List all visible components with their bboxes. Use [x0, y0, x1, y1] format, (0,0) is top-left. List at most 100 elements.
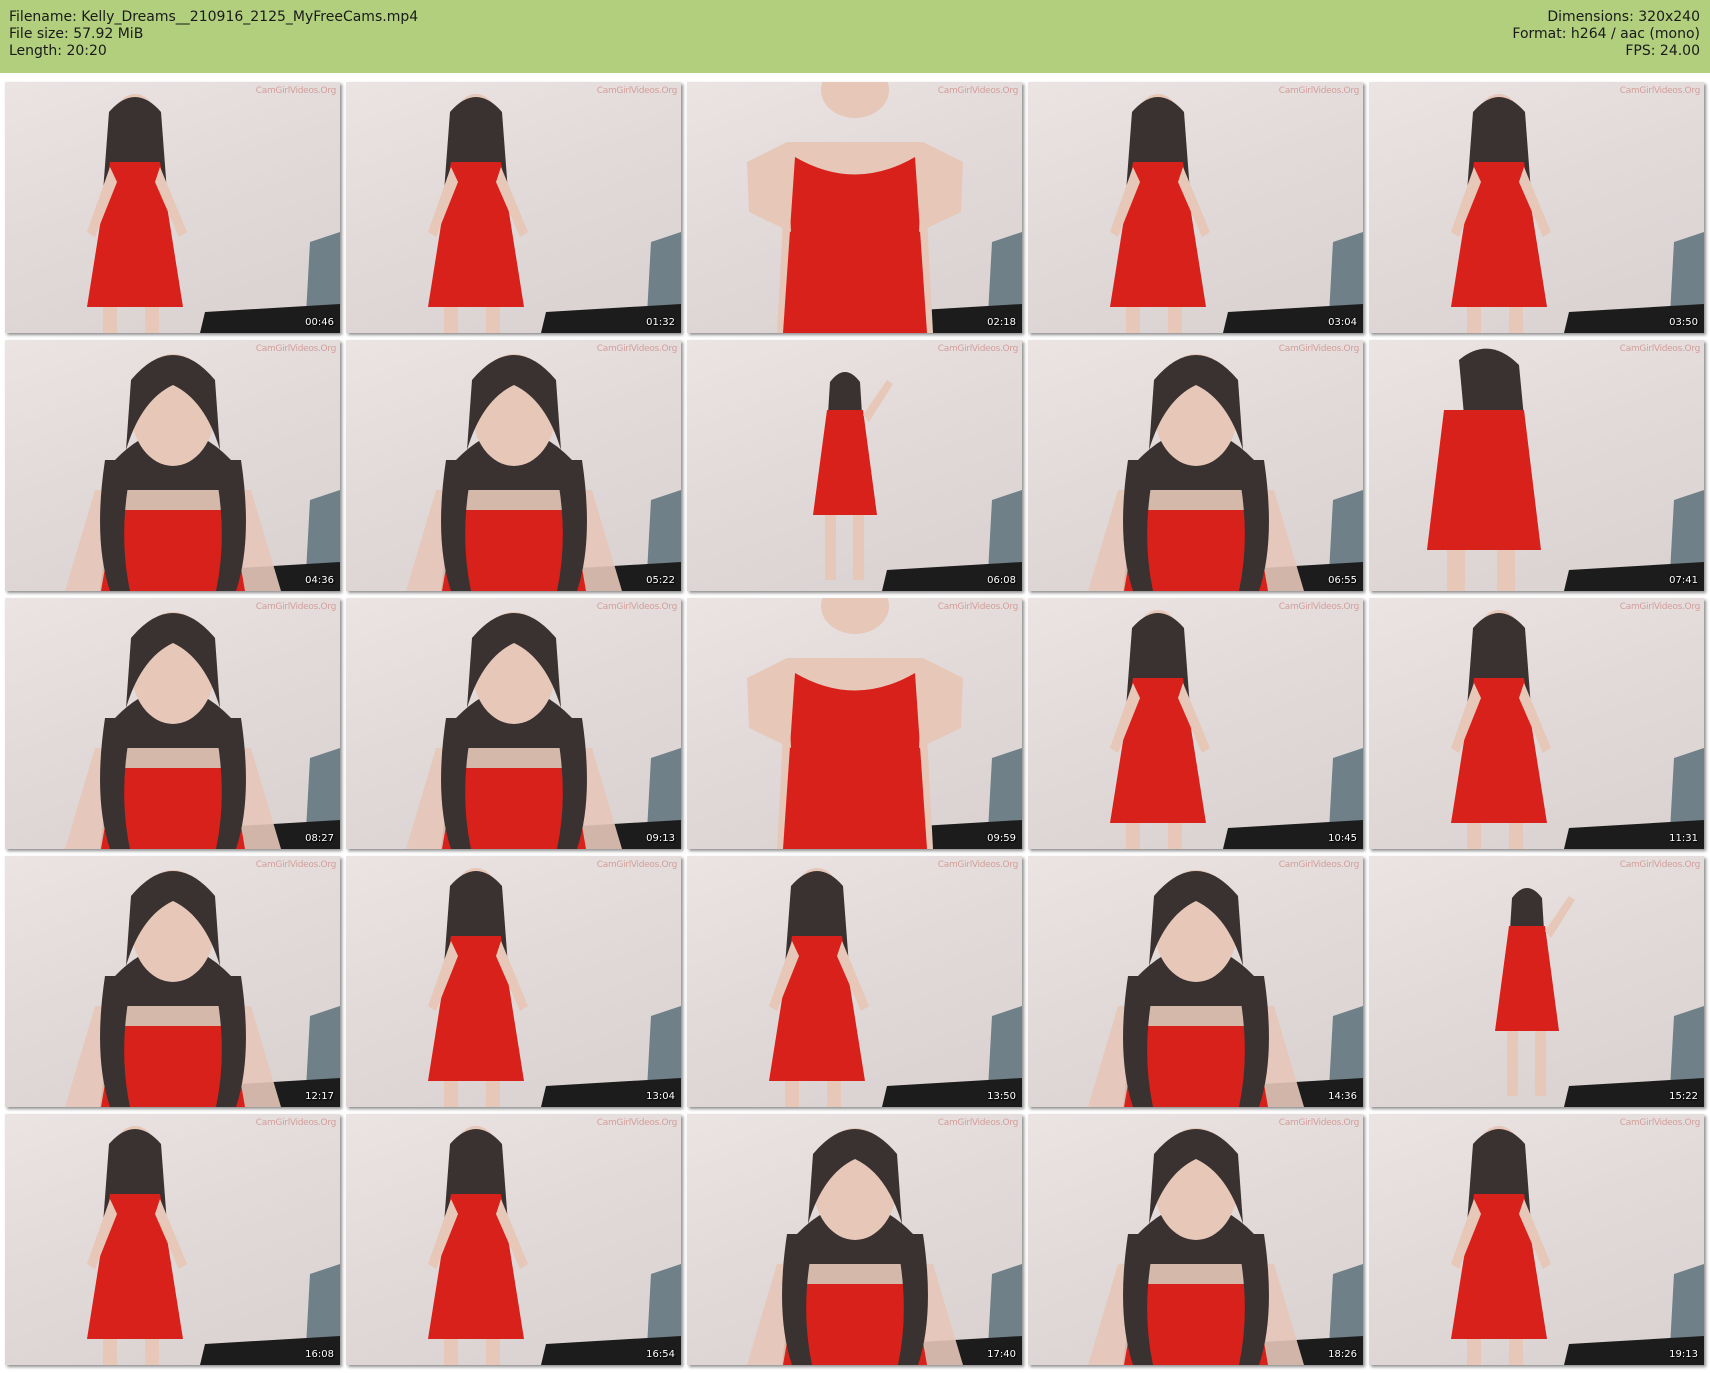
thumbnail-frame: CamGirlVideos.Org 17:40 — [687, 1114, 1022, 1365]
fps-text: FPS: 24.00 — [1625, 43, 1700, 59]
timestamp-label: 10:45 — [1328, 833, 1357, 844]
video-frame-image — [428, 94, 681, 333]
video-frame-image — [769, 868, 1022, 1107]
thumbnail-frame: CamGirlVideos.Org 18:26 — [1028, 1114, 1363, 1365]
thumbnail-frame: CamGirlVideos.Org 06:55 — [1028, 340, 1363, 591]
video-frame-image — [747, 1128, 1022, 1365]
timestamp-label: 06:08 — [987, 575, 1016, 586]
video-frame-image — [65, 354, 340, 591]
timestamp-label: 13:04 — [646, 1091, 675, 1102]
thumbnail-frame: CamGirlVideos.Org 13:50 — [687, 856, 1022, 1107]
video-frame-image — [1088, 354, 1363, 591]
timestamp-label: 15:22 — [1669, 1091, 1698, 1102]
watermark: CamGirlVideos.Org — [255, 86, 337, 96]
watermark: CamGirlVideos.Org — [1278, 86, 1360, 96]
watermark: CamGirlVideos.Org — [1278, 1118, 1360, 1128]
timestamp-label: 11:31 — [1669, 833, 1698, 844]
timestamp-label: 01:32 — [646, 317, 675, 328]
watermark: CamGirlVideos.Org — [255, 344, 337, 354]
watermark: CamGirlVideos.Org — [1619, 602, 1701, 612]
thumbnail-frame: CamGirlVideos.Org 16:54 — [346, 1114, 681, 1365]
thumbnail-frame: CamGirlVideos.Org 03:04 — [1028, 82, 1363, 333]
timestamp-label: 05:22 — [646, 575, 675, 586]
watermark: CamGirlVideos.Org — [596, 602, 678, 612]
thumbnail-frame: CamGirlVideos.Org 03:50 — [1369, 82, 1704, 333]
video-frame-image — [1451, 1126, 1704, 1365]
watermark: CamGirlVideos.Org — [255, 1118, 337, 1128]
timestamp-label: 02:18 — [987, 317, 1016, 328]
video-frame-image — [747, 598, 1022, 849]
watermark: CamGirlVideos.Org — [1278, 860, 1360, 870]
watermark: CamGirlVideos.Org — [255, 602, 337, 612]
watermark: CamGirlVideos.Org — [1278, 344, 1360, 354]
thumbnail-frame: CamGirlVideos.Org 07:41 — [1369, 340, 1704, 591]
video-frame-image — [87, 1126, 340, 1365]
thumbnail-frame: CamGirlVideos.Org 02:18 — [687, 82, 1022, 333]
video-frame-image — [747, 82, 1022, 333]
video-frame-image — [87, 94, 340, 333]
video-frame-image — [406, 354, 681, 591]
video-frame-image — [428, 1126, 681, 1365]
thumbnail-frame: CamGirlVideos.Org 10:45 — [1028, 598, 1363, 849]
video-frame-image — [406, 612, 681, 849]
watermark: CamGirlVideos.Org — [937, 86, 1019, 96]
timestamp-label: 06:55 — [1328, 575, 1357, 586]
timestamp-label: 12:17 — [305, 1091, 334, 1102]
length-text: Length: 20:20 — [9, 43, 107, 59]
format-text: Format: h264 / aac (mono) — [1512, 26, 1700, 42]
filename-text: Filename: Kelly_Dreams__210916_2125_MyFr… — [9, 9, 419, 25]
timestamp-label: 09:13 — [646, 833, 675, 844]
thumbnail-frame: CamGirlVideos.Org 14:36 — [1028, 856, 1363, 1107]
video-frame-image — [1110, 94, 1363, 333]
dimensions-text: Dimensions: 320x240 — [1547, 9, 1700, 25]
filesize-text: File size: 57.92 MiB — [9, 26, 144, 42]
watermark: CamGirlVideos.Org — [596, 860, 678, 870]
watermark: CamGirlVideos.Org — [1619, 86, 1701, 96]
timestamp-label: 16:54 — [646, 1349, 675, 1360]
video-frame-image — [1088, 1128, 1363, 1365]
timestamp-label: 03:50 — [1669, 317, 1698, 328]
timestamp-label: 17:40 — [987, 1349, 1016, 1360]
thumbnail-frame: CamGirlVideos.Org 11:31 — [1369, 598, 1704, 849]
video-frame-image — [428, 868, 681, 1107]
video-frame-image — [1495, 888, 1704, 1107]
watermark: CamGirlVideos.Org — [1278, 602, 1360, 612]
video-frame-image — [65, 870, 340, 1107]
timestamp-label: 18:26 — [1328, 1349, 1357, 1360]
thumbnail-frame: CamGirlVideos.Org 06:08 — [687, 340, 1022, 591]
thumbnail-frame: CamGirlVideos.Org 05:22 — [346, 340, 681, 591]
timestamp-label: 16:08 — [305, 1349, 334, 1360]
watermark: CamGirlVideos.Org — [937, 344, 1019, 354]
thumbnail-frame: CamGirlVideos.Org 09:59 — [687, 598, 1022, 849]
video-frame-image — [1088, 870, 1363, 1107]
video-frame-image — [65, 612, 340, 849]
thumbnail-frame: CamGirlVideos.Org 13:04 — [346, 856, 681, 1107]
timestamp-label: 14:36 — [1328, 1091, 1357, 1102]
video-frame-image — [1427, 348, 1704, 591]
watermark: CamGirlVideos.Org — [937, 860, 1019, 870]
thumbnail-frame: CamGirlVideos.Org 12:17 — [5, 856, 340, 1107]
thumbnail-frame: CamGirlVideos.Org 00:46 — [5, 82, 340, 333]
thumbnail-frame: CamGirlVideos.Org 16:08 — [5, 1114, 340, 1365]
watermark: CamGirlVideos.Org — [596, 1118, 678, 1128]
timestamp-label: 07:41 — [1669, 575, 1698, 586]
watermark: CamGirlVideos.Org — [937, 602, 1019, 612]
watermark: CamGirlVideos.Org — [596, 344, 678, 354]
thumbnail-frame: CamGirlVideos.Org 15:22 — [1369, 856, 1704, 1107]
timestamp-label: 00:46 — [305, 317, 334, 328]
timestamp-label: 13:50 — [987, 1091, 1016, 1102]
thumbnail-grid: CamGirlVideos.Org 00:46 CamGirlVideos.Org… — [5, 82, 1704, 1365]
watermark: CamGirlVideos.Org — [596, 86, 678, 96]
timestamp-label: 04:36 — [305, 575, 334, 586]
watermark: CamGirlVideos.Org — [255, 860, 337, 870]
thumbnail-frame: CamGirlVideos.Org 08:27 — [5, 598, 340, 849]
info-header: Filename: Kelly_Dreams__210916_2125_MyFr… — [0, 0, 1710, 73]
watermark: CamGirlVideos.Org — [937, 1118, 1019, 1128]
info-left: Filename: Kelly_Dreams__210916_2125_MyFr… — [9, 9, 418, 60]
info-right: Dimensions: 320x240 Format: h264 / aac (… — [1512, 9, 1700, 60]
thumbnail-frame: CamGirlVideos.Org 09:13 — [346, 598, 681, 849]
thumbnail-frame: CamGirlVideos.Org 04:36 — [5, 340, 340, 591]
video-frame-image — [1451, 610, 1704, 849]
thumbnail-frame: CamGirlVideos.Org 19:13 — [1369, 1114, 1704, 1365]
video-frame-image — [1451, 94, 1704, 333]
